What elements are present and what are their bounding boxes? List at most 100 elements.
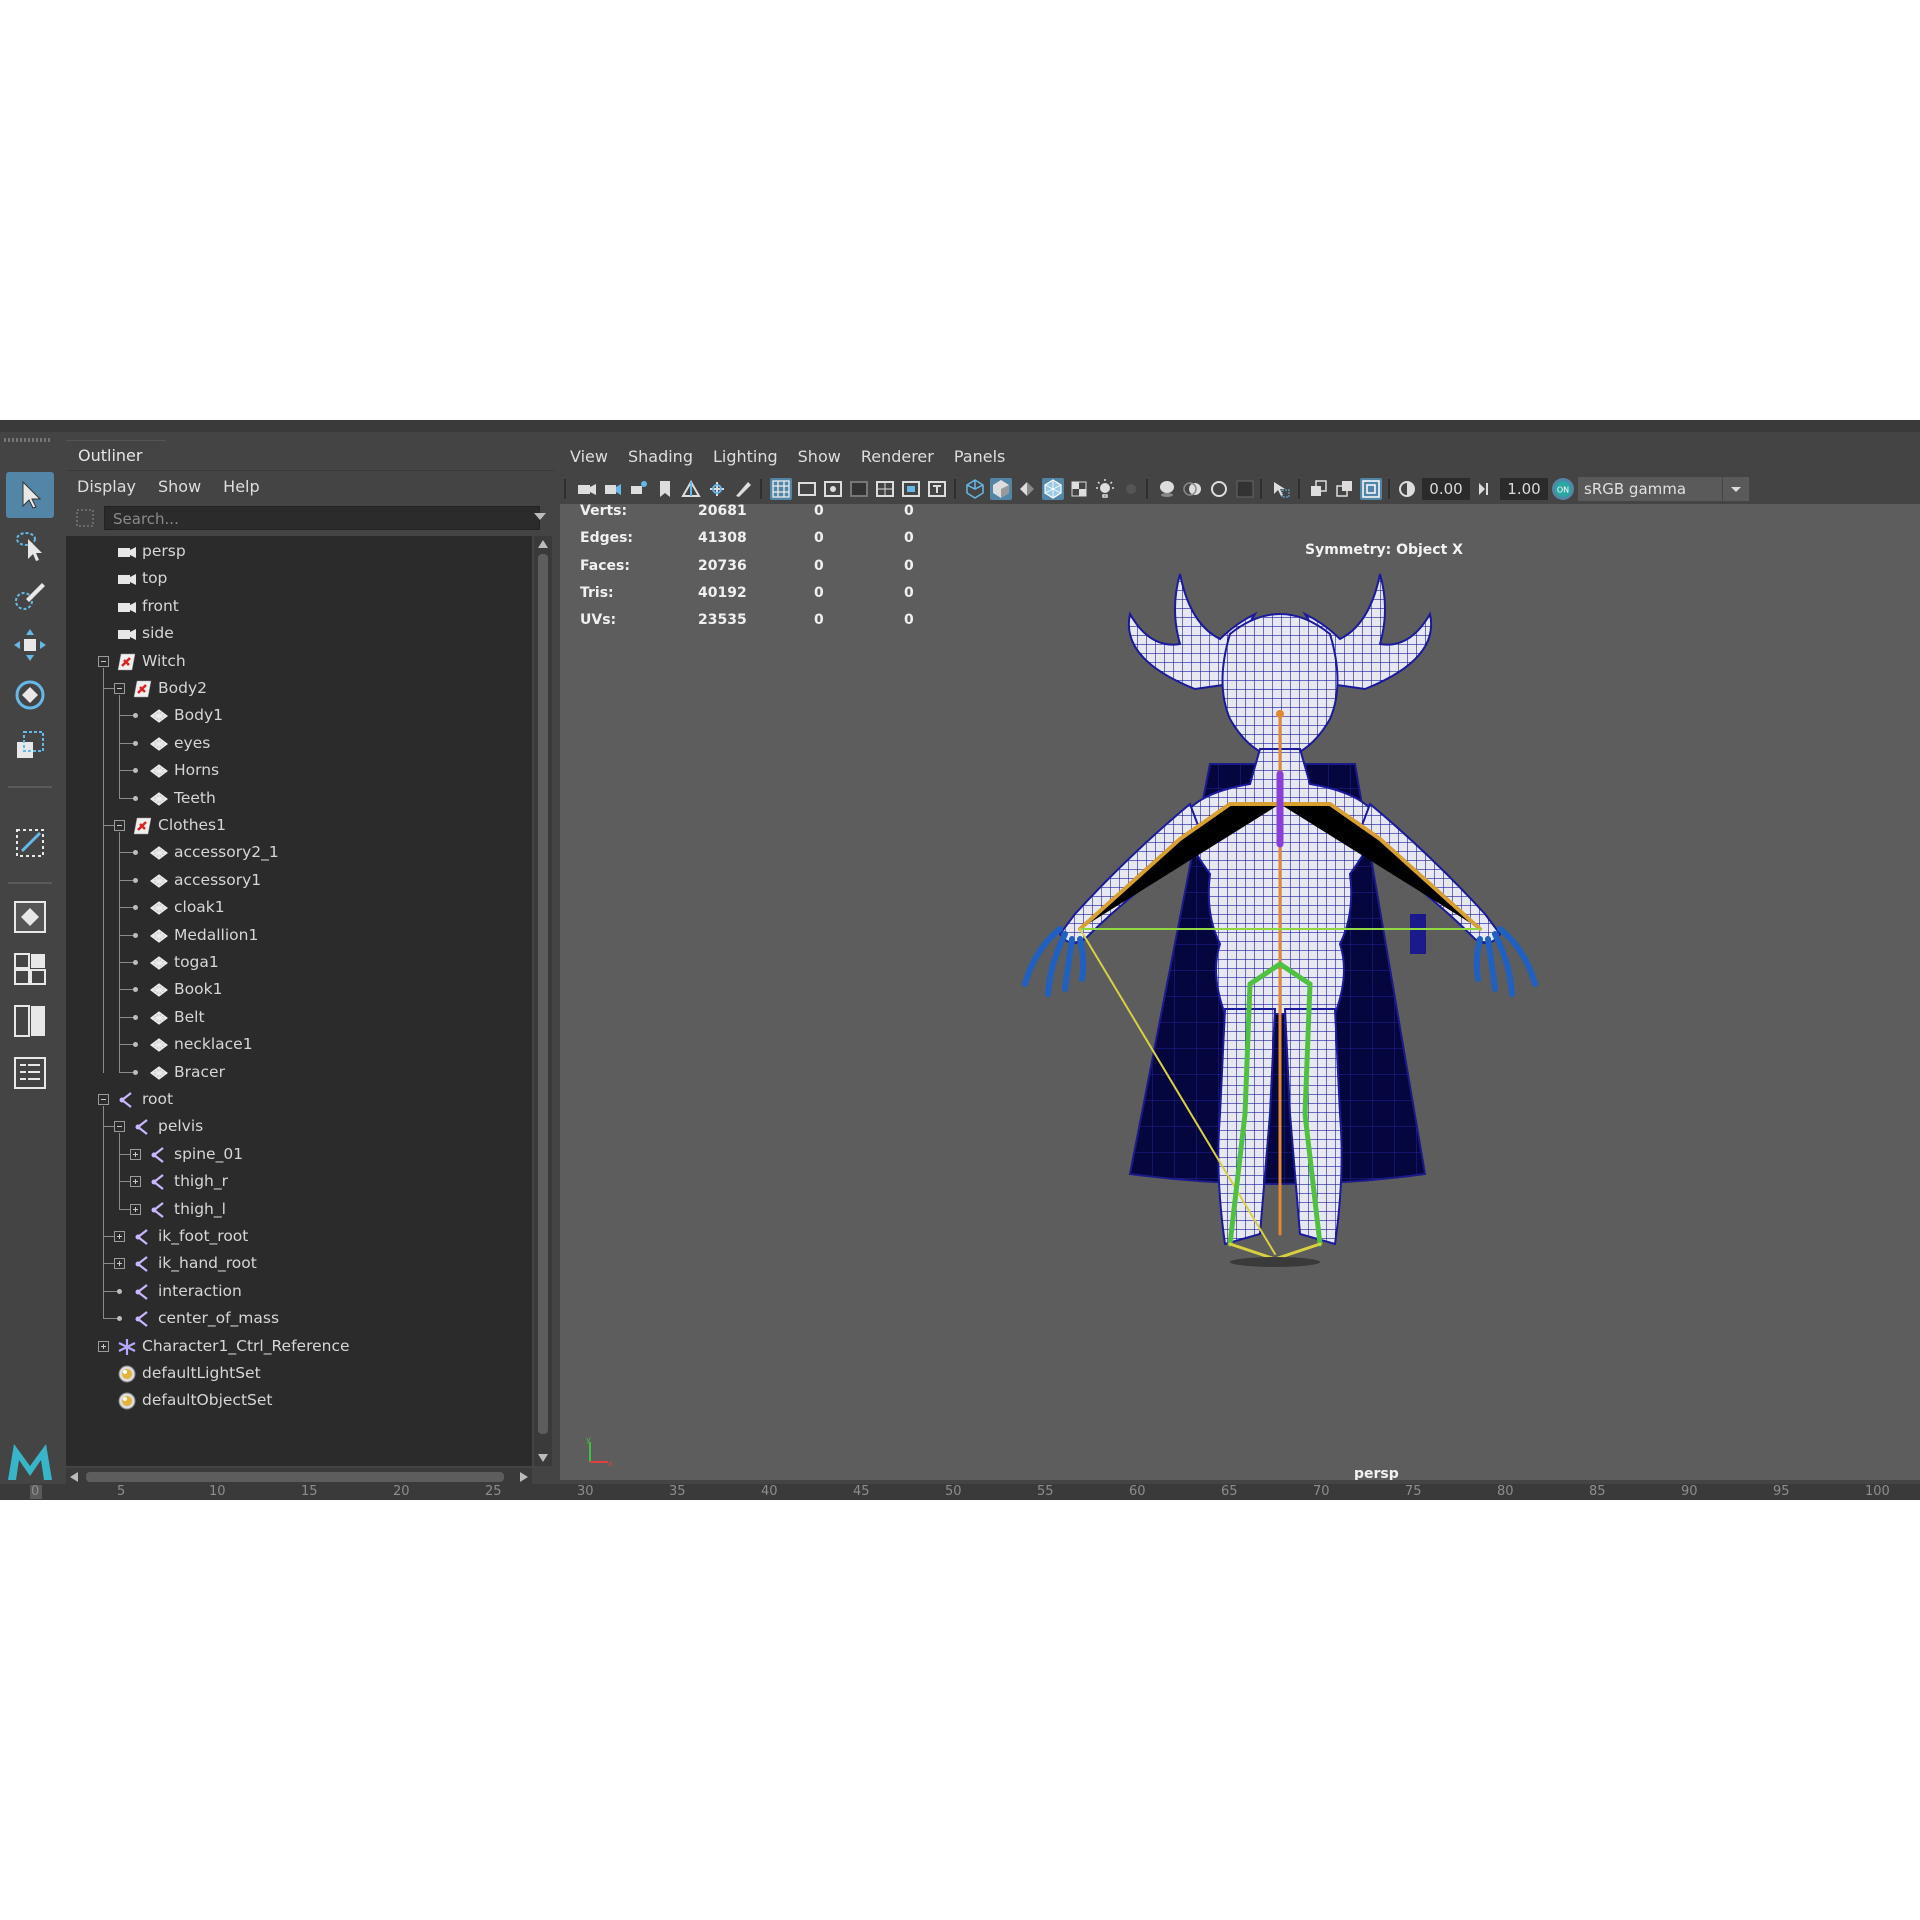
outliner-item-bracer[interactable]: Bracer [66,1059,532,1086]
menu-renderer[interactable]: Renderer [851,444,944,470]
safe-action-icon[interactable] [900,478,922,500]
outliner-item-pelvis[interactable]: pelvis [66,1113,532,1140]
xray-icon[interactable] [1308,478,1330,500]
outliner-item-thigh-r[interactable]: thigh_r [66,1168,532,1195]
menu-show[interactable]: Show [788,444,851,470]
outliner-item-accessory1[interactable]: accessory1 [66,867,532,894]
rotate-tool-icon[interactable] [6,672,54,718]
3d-viewport[interactable]: Verts: 20681 0 0 Edges: 41308 0 0 Faces: 20736 0 0 T… [560,504,1920,1480]
use-all-lights-icon[interactable] [1094,478,1116,500]
search-options-chevron-icon[interactable] [534,513,546,520]
xray-active-components-icon[interactable] [1334,478,1356,500]
menu-lighting[interactable]: Lighting [703,444,788,470]
textured-icon[interactable] [1068,478,1090,500]
safe-title-icon[interactable] [926,478,948,500]
outliner-item-cloak1[interactable]: cloak1 [66,894,532,921]
scrollbar-thumb[interactable] [538,554,548,1434]
xray-joints-icon[interactable] [1360,478,1382,500]
outliner-item-teeth[interactable]: Teeth [66,785,532,812]
move-tool-icon[interactable] [6,622,54,668]
time-slider[interactable]: 0 5 10 15 20 25 30 35 40 45 50 55 60 65 70 75 80 85 90 95 10… [0,1484,1920,1500]
film-gate-icon[interactable] [796,478,818,500]
outliner-item-toga1[interactable]: toga1 [66,949,532,976]
outliner-item-horns[interactable]: Horns [66,757,532,784]
outliner-item-body2[interactable]: Body2 [66,675,532,702]
menu-panels[interactable]: Panels [944,444,1016,470]
menu-display[interactable]: Display [66,472,147,502]
collapse-icon[interactable] [98,655,109,667]
outliner-item-defaultobjectset[interactable]: defaultObjectSet [66,1387,532,1414]
menu-view[interactable]: View [560,444,618,470]
last-tool-icon[interactable] [6,820,54,866]
wireframe-on-shaded-icon[interactable] [1042,478,1064,500]
collapse-icon[interactable] [98,1094,109,1105]
bookmark-icon[interactable] [654,478,676,500]
2d-pan-zoom-icon[interactable] [706,478,728,500]
wireframe-icon[interactable] [964,478,986,500]
scroll-right-icon[interactable] [520,1472,528,1482]
scale-tool-icon[interactable] [6,722,54,768]
motion-blur-icon[interactable] [1182,478,1204,500]
view-transform-dropdown-button[interactable] [1722,477,1749,501]
camera-attributes-icon[interactable] [602,478,624,500]
depth-of-field-icon[interactable] [1234,478,1256,500]
outliner-item-clothes1[interactable]: Clothes1 [66,812,532,839]
color-management-toggle-icon[interactable]: ON [1552,478,1574,500]
paint-select-icon[interactable] [6,572,54,618]
collapse-icon[interactable] [114,820,125,831]
outliner-item-spine-01[interactable]: spine_01 [66,1141,532,1168]
outliner-item-character1-ctrl-reference[interactable]: Character1_Ctrl_Reference [66,1333,532,1360]
menu-help[interactable]: Help [212,472,270,502]
scroll-down-icon[interactable] [538,1454,548,1462]
outliner-item-thigh-l[interactable]: thigh_l [66,1196,532,1223]
outliner-item-top[interactable]: top [66,565,532,592]
resolution-gate-icon[interactable] [822,478,844,500]
skeleton-joints[interactable] [1078,710,1482,1261]
collapse-icon[interactable] [114,1121,125,1133]
shadows-icon[interactable] [1120,478,1142,500]
outliner-item-ik-foot-root[interactable]: ik_foot_root [66,1223,532,1250]
outliner-item-witch[interactable]: Witch [66,648,532,675]
exposure-icon[interactable] [1396,478,1418,500]
outliner-item-ik-hand-root[interactable]: ik_hand_root [66,1250,532,1277]
scroll-left-icon[interactable] [70,1472,78,1482]
outliner-item-side[interactable]: side [66,620,532,647]
leg-right-mesh[interactable] [1283,1008,1343,1246]
multisample-aa-icon[interactable] [1208,478,1230,500]
hand-right-mesh[interactable] [1473,926,1538,997]
outliner-layout-icon[interactable] [6,1050,54,1096]
expand-icon[interactable] [114,1231,125,1242]
gamma-field[interactable]: 1.00 [1500,478,1548,500]
search-input[interactable]: Search... [104,506,540,530]
outliner-item-medallion1[interactable]: Medallion1 [66,922,532,949]
outliner-item-book1[interactable]: Book1 [66,976,532,1003]
expand-icon[interactable] [114,1258,125,1270]
expand-icon[interactable] [130,1148,141,1160]
grid-toggle-icon[interactable] [770,478,792,500]
outliner-item-necklace1[interactable]: necklace1 [66,1031,532,1058]
outliner-item-center-of-mass[interactable]: center_of_mass [66,1305,532,1332]
image-plane-icon[interactable] [680,478,702,500]
expand-icon[interactable] [130,1176,141,1188]
expand-icon[interactable] [130,1203,141,1215]
outliner-item-persp[interactable]: persp [66,538,532,565]
outliner-item-front[interactable]: front [66,593,532,620]
scrollbar-thumb[interactable] [86,1472,504,1482]
field-chart-icon[interactable] [874,478,896,500]
four-view-layout-icon[interactable] [6,946,54,992]
select-tool-icon[interactable] [6,472,54,518]
two-view-layout-icon[interactable] [6,998,54,1044]
expand-icon[interactable] [98,1340,109,1352]
scroll-up-icon[interactable] [538,540,548,548]
outliner-item-accessory2-1[interactable]: accessory2_1 [66,839,532,866]
lasso-tool-icon[interactable] [6,522,54,568]
book-mesh[interactable] [1410,914,1426,954]
isolate-select-icon[interactable] [1270,478,1292,500]
gate-mask-icon[interactable] [848,478,870,500]
outliner-item-root[interactable]: root [66,1086,532,1113]
witch-model-wireframe[interactable] [1020,554,1540,1274]
exposure-field[interactable]: 0.00 [1422,478,1470,500]
outliner-tab[interactable]: Outliner [66,440,166,471]
outliner-item-body1[interactable]: Body1 [66,702,532,729]
outliner-item-interaction[interactable]: interaction [66,1278,532,1305]
